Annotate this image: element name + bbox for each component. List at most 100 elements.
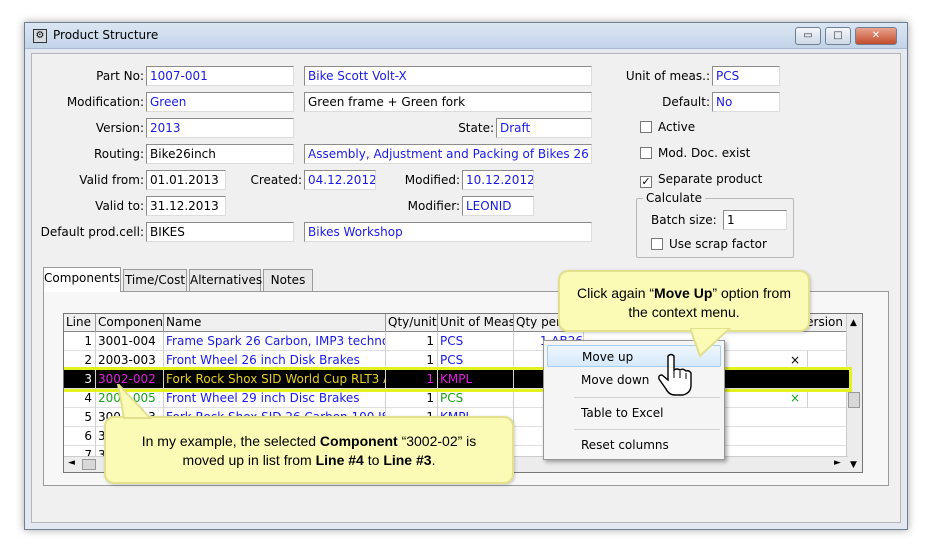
scroll-left-icon[interactable]: ◄ bbox=[68, 458, 75, 468]
menu-separator bbox=[574, 429, 720, 430]
col-line[interactable]: Line bbox=[64, 314, 96, 332]
row-line: 6 bbox=[64, 427, 96, 446]
routing-desc-field[interactable]: Assembly, Adjustment and Packing of Bike… bbox=[304, 144, 592, 164]
menu-item-reset-columns[interactable]: Reset columns bbox=[547, 434, 721, 456]
row-qty: 1 bbox=[386, 351, 438, 370]
maximize-button[interactable]: □ bbox=[825, 27, 851, 45]
modification-field[interactable]: Green bbox=[146, 92, 294, 112]
row-qty: 1 bbox=[386, 370, 438, 389]
state-label: State: bbox=[458, 121, 494, 135]
scrap-check-mark bbox=[651, 238, 663, 250]
instruction-callout-top: Click again “Move Up” option from the co… bbox=[558, 270, 810, 332]
row-qty: 1 bbox=[386, 389, 438, 408]
mod-doc-label: Mod. Doc. exist bbox=[658, 146, 751, 160]
tab-notes[interactable]: Notes bbox=[263, 269, 313, 291]
uom-field[interactable]: PCS bbox=[712, 66, 780, 86]
callout-bottom-g: . bbox=[431, 452, 436, 468]
row-flag: × bbox=[788, 351, 808, 370]
active-checkbox[interactable]: Active bbox=[640, 120, 695, 134]
active-label: Active bbox=[658, 120, 696, 134]
callout-top-bold: Move Up bbox=[654, 285, 713, 301]
hscroll-thumb[interactable] bbox=[82, 459, 96, 470]
uom-label: Unit of meas.: bbox=[625, 69, 710, 83]
row-flag: × bbox=[788, 389, 808, 408]
callout-top-pre: Click again “ bbox=[577, 285, 655, 301]
version-field[interactable]: 2013 bbox=[146, 118, 294, 138]
row-uom: PCS bbox=[438, 351, 514, 370]
callout-bottom-pointer bbox=[116, 384, 153, 419]
scroll-down-icon[interactable]: ▼ bbox=[850, 460, 857, 470]
created-field[interactable]: 04.12.2012 bbox=[304, 170, 376, 190]
mod-doc-checkbox[interactable]: Mod. Doc. exist bbox=[640, 146, 750, 160]
default-field[interactable]: No bbox=[712, 92, 780, 112]
col-component[interactable]: Component bbox=[96, 314, 164, 332]
tab-components[interactable]: Components bbox=[43, 267, 121, 292]
created-label: Created: bbox=[250, 173, 302, 187]
separate-check-mark: ✓ bbox=[640, 175, 652, 188]
modifier-label: Modifier: bbox=[407, 199, 460, 213]
context-menu: Move up Move down Table to Excel Reset c… bbox=[543, 340, 725, 460]
separate-product-checkbox[interactable]: ✓ Separate product bbox=[640, 172, 762, 188]
col-name[interactable]: Name bbox=[164, 314, 386, 332]
menu-item-move-down[interactable]: Move down bbox=[547, 369, 721, 391]
part-no-field[interactable]: 1007-001 bbox=[146, 66, 294, 86]
row-name: Front Wheel 29 inch Disc Brakes bbox=[164, 389, 386, 408]
minimize-button[interactable]: ▭ bbox=[795, 27, 821, 45]
row-name: Frame Spark 26 Carbon, IMP3 technology bbox=[164, 332, 386, 351]
default-cell-field[interactable]: BIKES bbox=[146, 222, 294, 242]
callout-bottom-f: Line #3 bbox=[383, 452, 432, 468]
callout-bottom-e: to bbox=[363, 452, 384, 468]
callout-bottom-a: In my example, the selected bbox=[141, 433, 320, 449]
default-cell-desc-field[interactable]: Bikes Workshop bbox=[304, 222, 592, 242]
valid-from-field[interactable]: 01.01.2013 bbox=[146, 170, 226, 190]
default-cell-label: Default prod.cell: bbox=[40, 225, 144, 239]
version-label: Version: bbox=[95, 121, 144, 135]
vertical-scrollbar[interactable]: ▲ ▼ bbox=[846, 314, 862, 472]
menu-item-table-to-excel[interactable]: Table to Excel bbox=[547, 402, 721, 424]
batch-size-label: Batch size: bbox=[651, 213, 717, 227]
separate-product-label: Separate product bbox=[658, 172, 763, 186]
window-title: Product Structure bbox=[53, 28, 159, 42]
scroll-right-icon[interactable]: ► bbox=[834, 458, 841, 468]
row-line: 1 bbox=[64, 332, 96, 351]
scroll-up-icon[interactable]: ▲ bbox=[850, 318, 857, 328]
modifier-field[interactable]: LEONID bbox=[462, 196, 534, 216]
row-component: 3001-004 bbox=[96, 332, 164, 351]
active-check-mark bbox=[640, 121, 652, 133]
state-field[interactable]: Draft bbox=[496, 118, 592, 138]
part-name-field[interactable]: Bike Scott Volt-X bbox=[304, 66, 592, 86]
routing-label: Routing: bbox=[93, 147, 144, 161]
row-uom: PCS bbox=[438, 332, 514, 351]
scrap-factor-label: Use scrap factor bbox=[669, 237, 767, 251]
row-line: 2 bbox=[64, 351, 96, 370]
tab-time-cost[interactable]: Time/Cost bbox=[123, 269, 187, 291]
valid-from-label: Valid from: bbox=[79, 173, 144, 187]
scrap-factor-checkbox[interactable]: Use scrap factor bbox=[651, 237, 767, 251]
modified-field[interactable]: 10.12.2012 bbox=[462, 170, 534, 190]
valid-to-label: Valid to: bbox=[95, 199, 144, 213]
calculate-group-title: Calculate bbox=[643, 191, 706, 205]
row-line: 3 bbox=[64, 370, 96, 389]
mod-doc-check-mark bbox=[640, 147, 652, 159]
modification-desc-field[interactable]: Green frame + Green fork bbox=[304, 92, 592, 112]
close-button[interactable]: ✕ bbox=[855, 27, 897, 45]
batch-size-field[interactable]: 1 bbox=[723, 210, 787, 230]
valid-to-field[interactable]: 31.12.2013 bbox=[146, 196, 226, 216]
default-label: Default: bbox=[662, 95, 710, 109]
row-uom: KMPL bbox=[438, 370, 514, 389]
title-bar: ⚙ Product Structure ▭ □ ✕ bbox=[25, 23, 907, 49]
table-row[interactable]: 4 2003-005 Front Wheel 29 inch Disc Brak… bbox=[64, 389, 849, 408]
scroll-thumb[interactable] bbox=[848, 392, 860, 408]
col-unit-of-meas[interactable]: Unit of Meas. bbox=[438, 314, 514, 332]
modified-label: Modified: bbox=[404, 173, 460, 187]
modification-label: Modification: bbox=[66, 95, 144, 109]
calculate-group: Calculate Batch size: 1 Use scrap factor bbox=[636, 191, 794, 258]
row-qty: 1 bbox=[386, 332, 438, 351]
callout-bottom-d: Line #4 bbox=[315, 452, 364, 468]
col-qty-unit[interactable]: Qty/unit bbox=[386, 314, 438, 332]
menu-separator bbox=[574, 397, 720, 398]
routing-field[interactable]: Bike26inch bbox=[146, 144, 294, 164]
table-row-selected[interactable]: 3 3002-002 Fork Rock Shox SID World Cup … bbox=[64, 367, 852, 392]
tab-alternatives[interactable]: Alternatives bbox=[189, 269, 262, 291]
callout-bottom-b: Component bbox=[319, 433, 398, 449]
